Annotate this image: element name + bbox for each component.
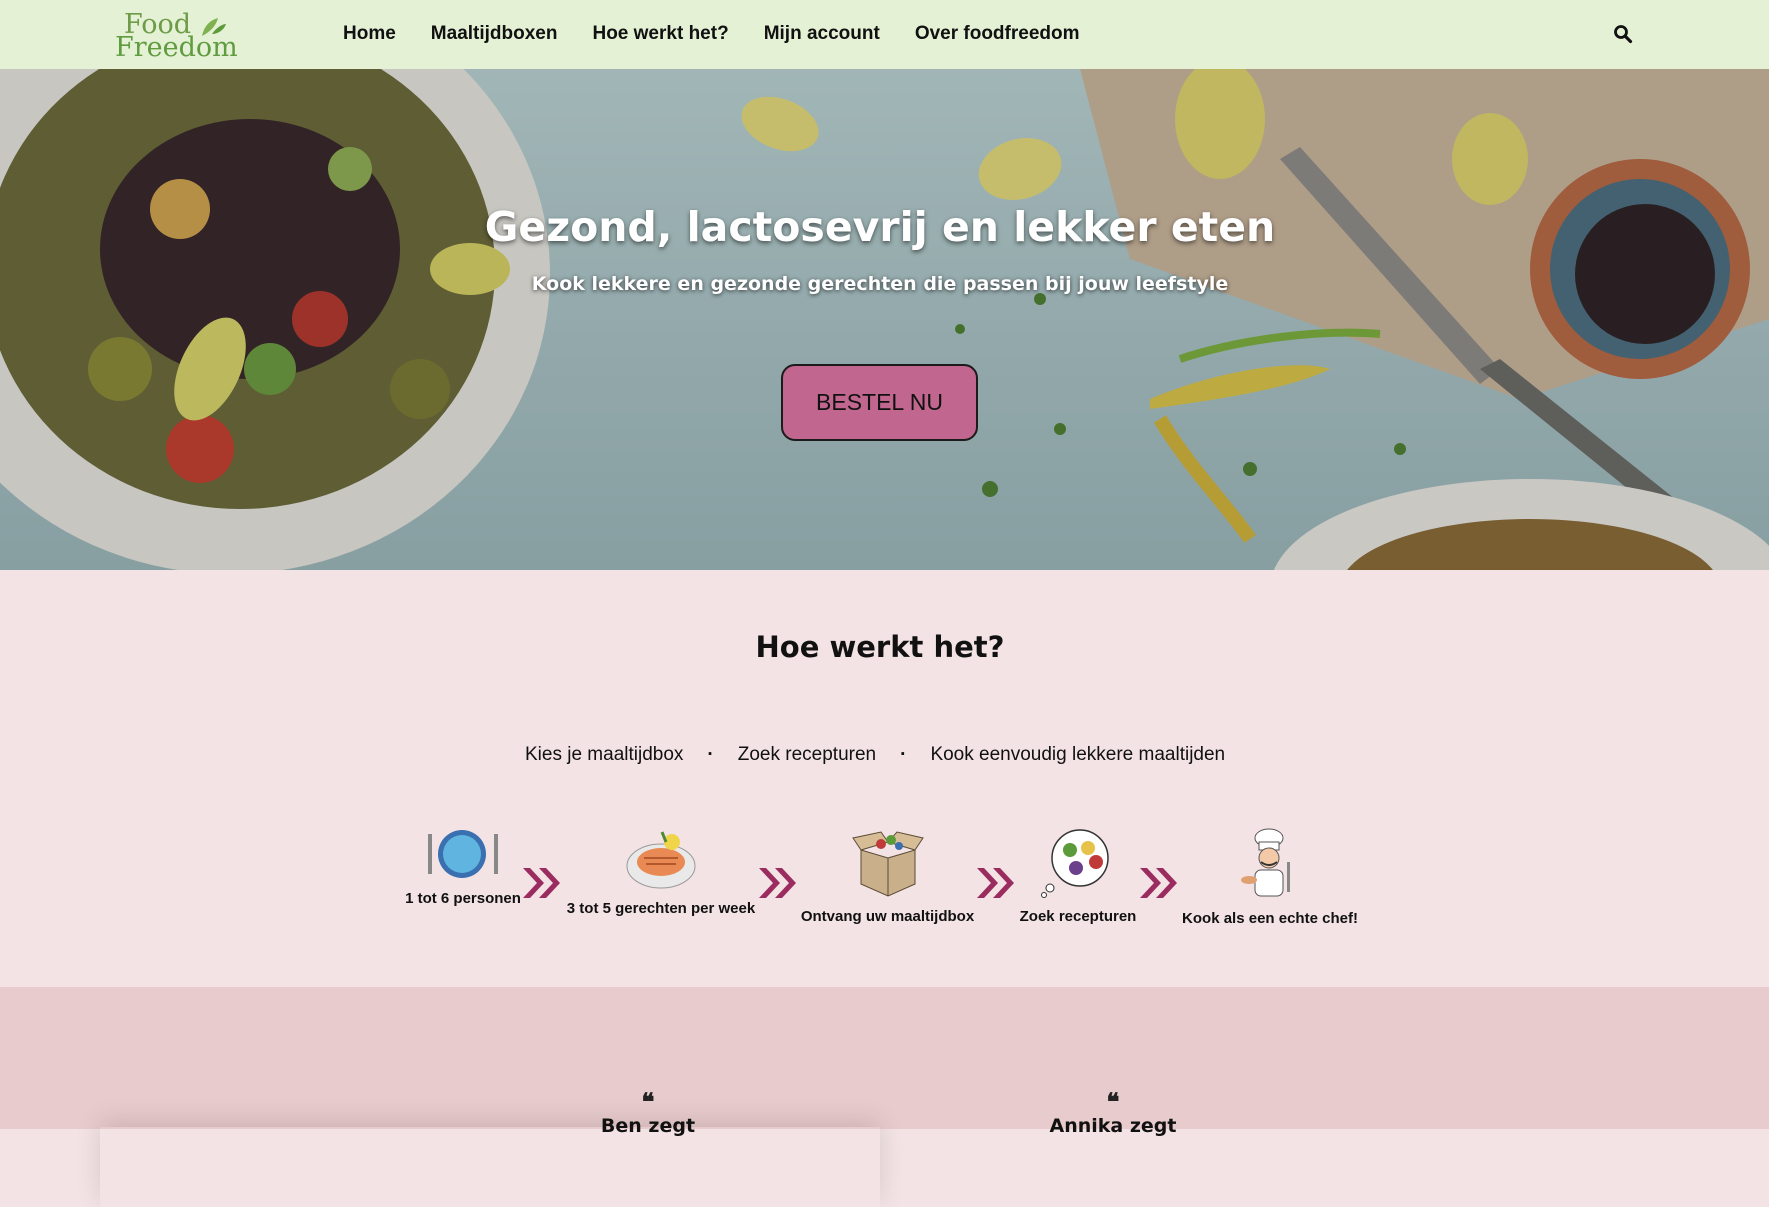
step-label: 1 tot 6 personen (405, 890, 521, 907)
chef-icon (1241, 828, 1290, 897)
nav-over-foodfreedom[interactable]: Over foodfreedom (915, 23, 1080, 45)
summary-separator: · (707, 744, 714, 765)
how-it-works-title: Hoe werkt het? (755, 630, 1005, 664)
step-find-recipes: Zoek recepturen (1018, 828, 1138, 925)
thought-icon (1041, 829, 1109, 898)
top-navbar: Food Freedom Home Maaltijdboxen Hoe werk… (0, 0, 1769, 69)
chevron-right-icon (523, 868, 560, 898)
summary-item-2: Zoek recepturen (737, 744, 877, 765)
step-label: 3 tot 5 gerechten per week (566, 900, 756, 917)
how-it-works-summary: Kies je maaltijdbox · Zoek recepturen · … (525, 744, 1225, 766)
hero-banner: Gezond, lactosevrij en lekker eten Kook … (0, 69, 1769, 570)
order-now-button[interactable]: BESTEL NU (781, 364, 978, 441)
leaf-icon (202, 18, 226, 36)
step-receive-box: Ontvang uw maaltijdbox (800, 828, 975, 925)
plate-icon (428, 830, 498, 878)
summary-item-3: Kook eenvoudig lekkere maaltijden (930, 744, 1226, 765)
chevron-right-icon (977, 868, 1014, 898)
quote-icon: ❝ (641, 1087, 655, 1116)
dish-icon (626, 831, 696, 889)
foodfreedom-logo[interactable]: Food Freedom (114, 10, 244, 63)
logo-text-freedom: Freedom (115, 32, 238, 63)
step-dishes-per-week: 3 tot 5 gerechten per week (563, 828, 759, 917)
hero-subtitle: Kook lekkere en gezonde gerechten die pa… (531, 273, 1229, 295)
step-label: Ontvang uw maaltijdbox (800, 908, 975, 925)
chevron-right-icon (759, 868, 796, 898)
box-icon (851, 831, 924, 897)
search-icon[interactable] (1613, 24, 1633, 44)
main-nav: Home Maaltijdboxen Hoe werkt het? Mijn a… (343, 23, 1115, 45)
testimonial-author: Ben zegt (600, 1115, 696, 1137)
step-persons: 1 tot 6 personen (403, 828, 523, 907)
how-it-works-section: Hoe werkt het? Kies je maaltijdbox · Zoe… (0, 570, 1769, 987)
testimonial-card-shadow (100, 1127, 880, 1207)
chevron-right-icon (1140, 868, 1177, 898)
hero-title: Gezond, lactosevrij en lekker eten (484, 203, 1276, 251)
testimonial-author: Annika zegt (1049, 1115, 1177, 1137)
step-label: Zoek recepturen (1019, 908, 1137, 925)
testimonials-section: ❝ Ben zegt ❝ Annika zegt (0, 987, 1769, 1137)
nav-mijn-account[interactable]: Mijn account (764, 23, 880, 45)
step-cook-like-chef: Kook als een echte chef! (1180, 828, 1360, 927)
nav-home[interactable]: Home (343, 23, 396, 45)
nav-maaltijdboxen[interactable]: Maaltijdboxen (431, 23, 558, 45)
nav-hoe-werkt-het[interactable]: Hoe werkt het? (592, 23, 728, 45)
summary-item-1: Kies je maaltijdbox (525, 744, 684, 765)
step-label: Kook als een echte chef! (1182, 910, 1358, 927)
hero-food-image (0, 69, 1769, 570)
quote-icon: ❝ (1106, 1087, 1120, 1116)
summary-separator: · (900, 744, 907, 765)
